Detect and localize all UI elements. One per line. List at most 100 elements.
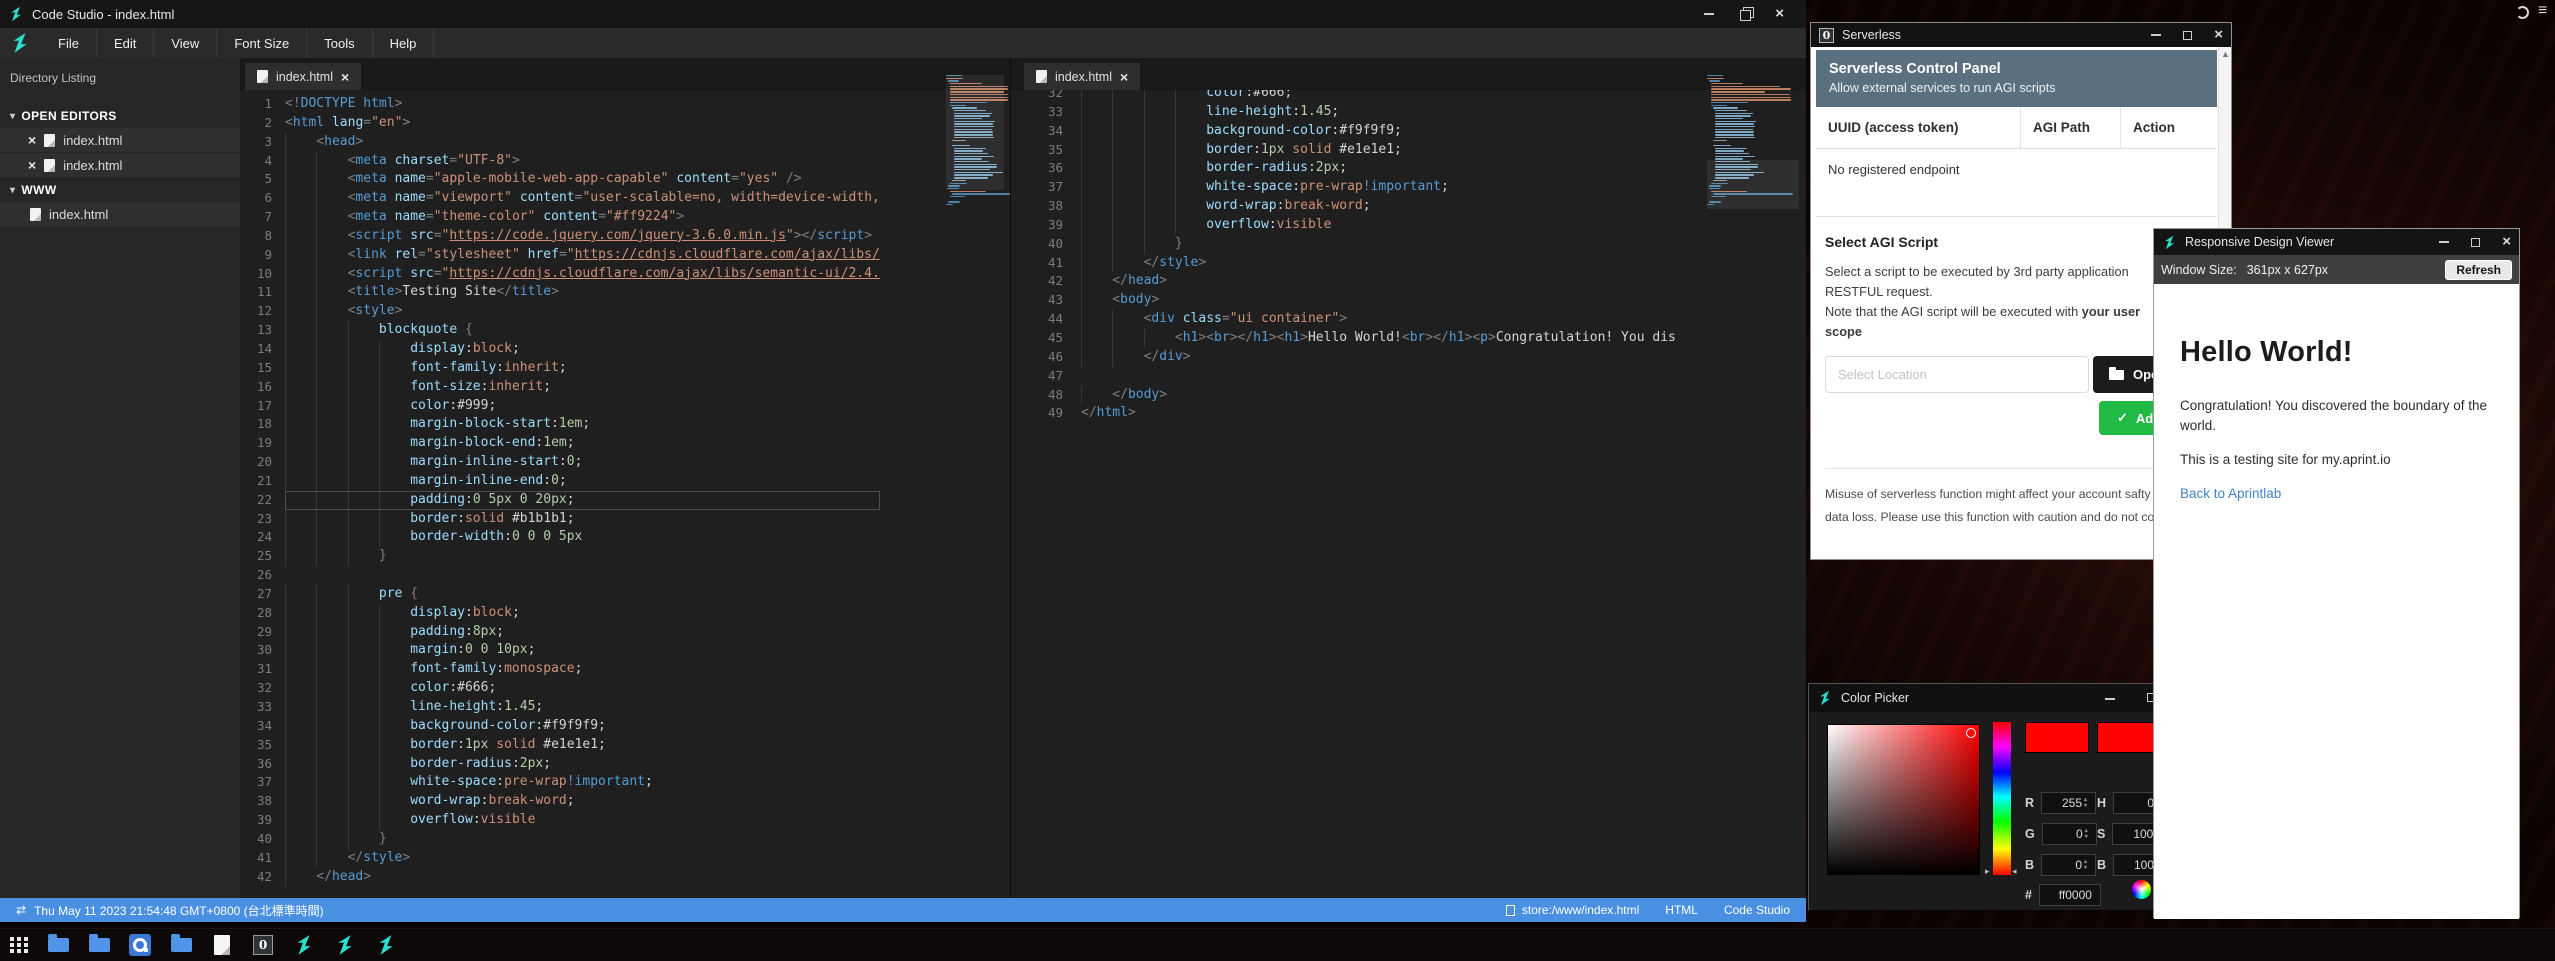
taskbar-code-studio-icon[interactable]: [333, 933, 357, 957]
status-language[interactable]: HTML: [1665, 903, 1698, 917]
section-open-editors[interactable]: ▾ OPEN EDITORS: [0, 104, 240, 128]
status-filepath[interactable]: store:/www/index.html: [1522, 903, 1639, 917]
file-icon: [44, 134, 55, 147]
tab-index-html[interactable]: index.html ×: [245, 63, 361, 90]
minimap-line: [1711, 83, 1743, 84]
sync-icon[interactable]: ⇄: [16, 903, 26, 917]
open-editor-item[interactable]: × index.html: [0, 153, 240, 177]
taskbar-folder-icon[interactable]: [46, 933, 70, 957]
stepper-icon[interactable]: ▴▾: [2085, 824, 2095, 844]
hue-slider[interactable]: [1993, 722, 2011, 875]
viewer-titlebar: Responsive Design Viewer ×: [2154, 229, 2519, 255]
code-line: margin-inline-end:0;: [285, 472, 880, 491]
minimize-icon[interactable]: [1704, 13, 1714, 15]
check-icon: ✓: [2117, 410, 2128, 426]
window-title: Code Studio - index.html: [32, 7, 174, 22]
minimap-line: [950, 196, 965, 197]
taskbar-media-app-icon[interactable]: [128, 933, 152, 957]
tab-index-html[interactable]: index.html ×: [1024, 63, 1140, 90]
maximize-icon[interactable]: [2471, 238, 2480, 247]
minimap-viewport[interactable]: [1707, 160, 1799, 209]
status-datetime: Thu May 11 2023 21:54:48 GMT+0800 (台北標準時…: [34, 902, 324, 919]
stepper-icon[interactable]: ▴▾: [2084, 793, 2094, 813]
taskbar-document-icon[interactable]: [210, 933, 234, 957]
minimap-viewport[interactable]: [946, 75, 1004, 190]
line-number: 37: [1011, 178, 1063, 197]
code-editor[interactable]: 323334353637383940414243444546474849 col…: [1011, 90, 1806, 898]
code-line: </head>: [1081, 272, 1676, 291]
red-field[interactable]: 255 ▴▾: [2041, 792, 2096, 814]
code-line: </style>: [285, 849, 880, 868]
sidebar: Directory Listing ▾ OPEN EDITORS × index…: [0, 58, 240, 898]
code-line: border-radius:2px;: [1081, 159, 1676, 178]
close-icon[interactable]: ×: [2214, 30, 2223, 40]
taskbar-code-studio-icon[interactable]: [292, 933, 316, 957]
minimize-icon[interactable]: [2105, 698, 2115, 700]
line-number: 16: [240, 378, 272, 397]
taskbar-folder-icon[interactable]: [87, 933, 111, 957]
refresh-button[interactable]: Refresh: [2445, 260, 2512, 280]
menu-help[interactable]: Help: [373, 28, 435, 58]
minimap[interactable]: [1707, 75, 1799, 209]
close-file-icon[interactable]: ×: [28, 159, 36, 171]
code-line: [1081, 367, 1676, 386]
line-number: 3: [240, 133, 272, 152]
stepper-icon[interactable]: ▴▾: [2084, 855, 2094, 875]
open-editor-item[interactable]: × index.html: [0, 128, 240, 152]
code-studio-logo-icon: [9, 32, 31, 54]
minimap[interactable]: [946, 75, 1004, 209]
file-icon: [257, 70, 268, 83]
minimap-line: [1713, 145, 1731, 146]
empty-endpoint-row: No registered endpoint: [1816, 149, 2217, 190]
minimize-icon[interactable]: [2151, 34, 2161, 36]
close-tab-icon[interactable]: ×: [341, 71, 349, 83]
close-icon[interactable]: ×: [1775, 9, 1784, 19]
status-app[interactable]: Code Studio: [1724, 903, 1790, 917]
back-to-aprintlab-link[interactable]: Back to Aprintlab: [2180, 486, 2281, 501]
code-editor[interactable]: 1234567891011121314151617181920212223242…: [240, 90, 1010, 898]
script-location-input[interactable]: [1825, 356, 2089, 393]
code-studio-window: Code Studio - index.html × File Edit Vie…: [0, 0, 1806, 922]
previous-color-swatch[interactable]: [2097, 722, 2161, 753]
hamburger-menu-icon[interactable]: ≡: [2538, 2, 2547, 20]
code-line: word-wrap:break-word;: [285, 792, 880, 811]
code-line: <html lang="en">: [285, 114, 880, 133]
viewer-toolbar: Window Size: 361px x 627px Refresh: [2154, 255, 2519, 284]
close-file-icon[interactable]: ×: [28, 134, 36, 146]
file-icon: [1506, 905, 1515, 916]
code-line: background-color:#f9f9f9;: [1081, 122, 1676, 141]
app-grid-icon[interactable]: [10, 937, 29, 953]
www-file-item[interactable]: index.html: [0, 202, 240, 226]
line-number: 25: [240, 547, 272, 566]
minimap-line: [1715, 121, 1756, 122]
current-color-swatch[interactable]: [2025, 722, 2089, 753]
line-number: 7: [240, 208, 272, 227]
hue-marker-left-icon: ▸: [1985, 866, 1990, 877]
menu-file[interactable]: File: [41, 28, 97, 58]
close-icon[interactable]: ×: [2502, 237, 2511, 247]
taskbar-folder-icon[interactable]: [169, 933, 193, 957]
minimap-line: [1711, 88, 1791, 89]
blue-field[interactable]: 0 ▴▾: [2041, 854, 2096, 876]
menu-view[interactable]: View: [154, 28, 217, 58]
line-number: 32: [240, 679, 272, 698]
hex-field[interactable]: ff0000: [2039, 884, 2101, 906]
section-www[interactable]: ▾ WWW: [0, 178, 240, 202]
menu-tools[interactable]: Tools: [307, 28, 372, 58]
taskbar-serverless-icon[interactable]: 0: [251, 933, 275, 957]
taskbar-code-studio-icon[interactable]: [374, 933, 398, 957]
code-line: </body>: [1081, 386, 1676, 405]
green-field[interactable]: 0 ▴▾: [2042, 823, 2097, 845]
line-number: 35: [1011, 141, 1063, 160]
minimize-icon[interactable]: [2439, 241, 2449, 243]
color-wheel-icon[interactable]: [2132, 880, 2151, 899]
scroll-up-icon[interactable]: ▲: [2219, 47, 2231, 61]
code-line: display:block;: [285, 604, 880, 623]
restore-icon[interactable]: [1740, 10, 1749, 19]
close-tab-icon[interactable]: ×: [1120, 71, 1128, 83]
menu-edit[interactable]: Edit: [97, 28, 154, 58]
loading-ring-icon[interactable]: [2516, 6, 2529, 19]
menu-font-size[interactable]: Font Size: [217, 28, 307, 58]
maximize-icon[interactable]: [2183, 31, 2192, 40]
saturation-value-picker[interactable]: [1827, 724, 1980, 875]
